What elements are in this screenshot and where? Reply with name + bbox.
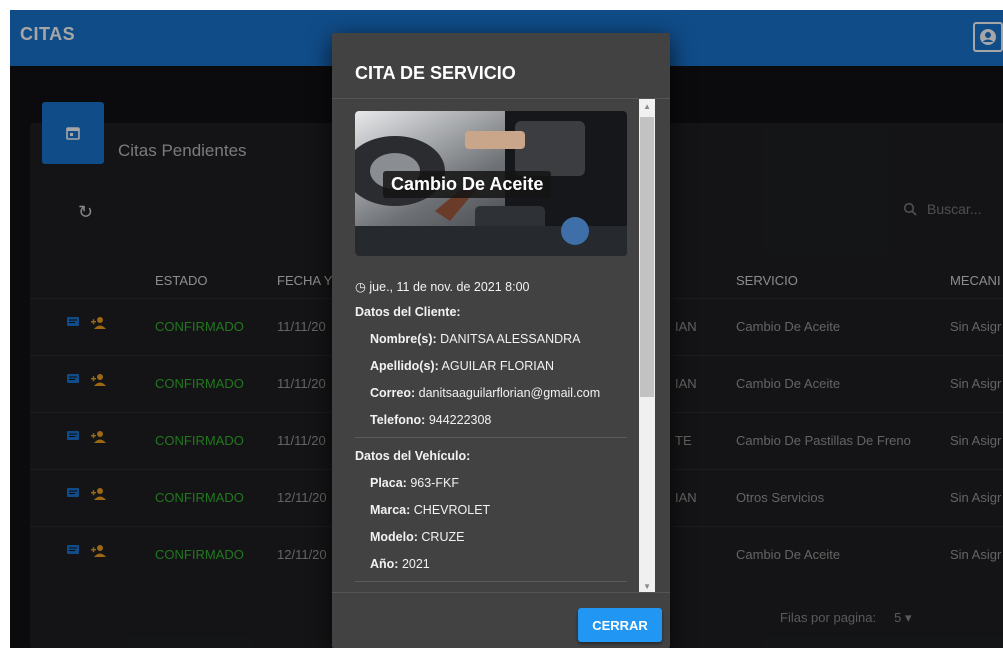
field-label: Nombre(s): bbox=[370, 332, 437, 346]
dialog-content: Cambio De Aceite ◷ jue., 11 de nov. de 2… bbox=[332, 98, 670, 593]
field-value: 2021 bbox=[401, 557, 430, 571]
vehicle-field: Marca: CHEVROLET bbox=[370, 503, 490, 517]
field-label: Año: bbox=[370, 557, 399, 571]
client-field: Apellido(s): AGUILAR FLORIAN bbox=[370, 359, 554, 373]
field-label: Modelo: bbox=[370, 530, 418, 544]
datetime-value: jue., 11 de nov. de 2021 8:00 bbox=[369, 280, 530, 294]
client-field: Telefono: 944222308 bbox=[370, 413, 491, 427]
field-value: CHEVROLET bbox=[413, 503, 491, 517]
vehicle-section-title: Datos del Vehículo: bbox=[355, 449, 470, 463]
app-frame: CITAS Citas Pendientes ↻ Buscar... ESTAD… bbox=[10, 10, 1003, 648]
scroll-up-icon[interactable]: ▲ bbox=[643, 102, 651, 111]
dialog-title: CITA DE SERVICIO bbox=[355, 63, 516, 83]
divider bbox=[355, 437, 627, 438]
service-name-label: Cambio De Aceite bbox=[383, 171, 552, 198]
scroll-down-icon[interactable]: ▼ bbox=[643, 582, 651, 591]
vehicle-field: Modelo: CRUZE bbox=[370, 530, 464, 544]
field-value: 963-FKF bbox=[410, 476, 459, 490]
service-image: Cambio De Aceite bbox=[355, 111, 627, 256]
field-label: Telefono: bbox=[370, 413, 426, 427]
field-label: Placa: bbox=[370, 476, 407, 490]
field-value: DANITSA ALESSANDRA bbox=[440, 332, 581, 346]
field-value: CRUZE bbox=[421, 530, 465, 544]
client-field: Correo: danitsaaguilarflorian@gmail.com bbox=[370, 386, 600, 400]
field-label: Marca: bbox=[370, 503, 411, 517]
field-value: AGUILAR FLORIAN bbox=[441, 359, 555, 373]
vehicle-field: Año: 2021 bbox=[370, 557, 430, 571]
divider bbox=[355, 581, 627, 582]
field-value: danitsaaguilarflorian@gmail.com bbox=[418, 386, 601, 400]
field-label: Correo: bbox=[370, 386, 416, 400]
close-button[interactable]: CERRAR bbox=[578, 608, 662, 642]
clock-icon: ◷ bbox=[355, 280, 366, 294]
scrollbar-thumb[interactable] bbox=[640, 117, 654, 397]
vehicle-field: Placa: 963-FKF bbox=[370, 476, 459, 490]
appointment-datetime: ◷ jue., 11 de nov. de 2021 8:00 bbox=[355, 279, 530, 294]
appointment-dialog: CITA DE SERVICIO Cambio De Aceite ◷ jue.… bbox=[332, 33, 670, 648]
client-section-title: Datos del Cliente: bbox=[355, 305, 461, 319]
field-value: 944222308 bbox=[428, 413, 492, 427]
field-label: Apellido(s): bbox=[370, 359, 439, 373]
client-section-label: Datos del Cliente: bbox=[355, 305, 461, 319]
vehicle-section-label: Datos del Vehículo: bbox=[355, 449, 471, 463]
client-field: Nombre(s): DANITSA ALESSANDRA bbox=[370, 332, 580, 346]
